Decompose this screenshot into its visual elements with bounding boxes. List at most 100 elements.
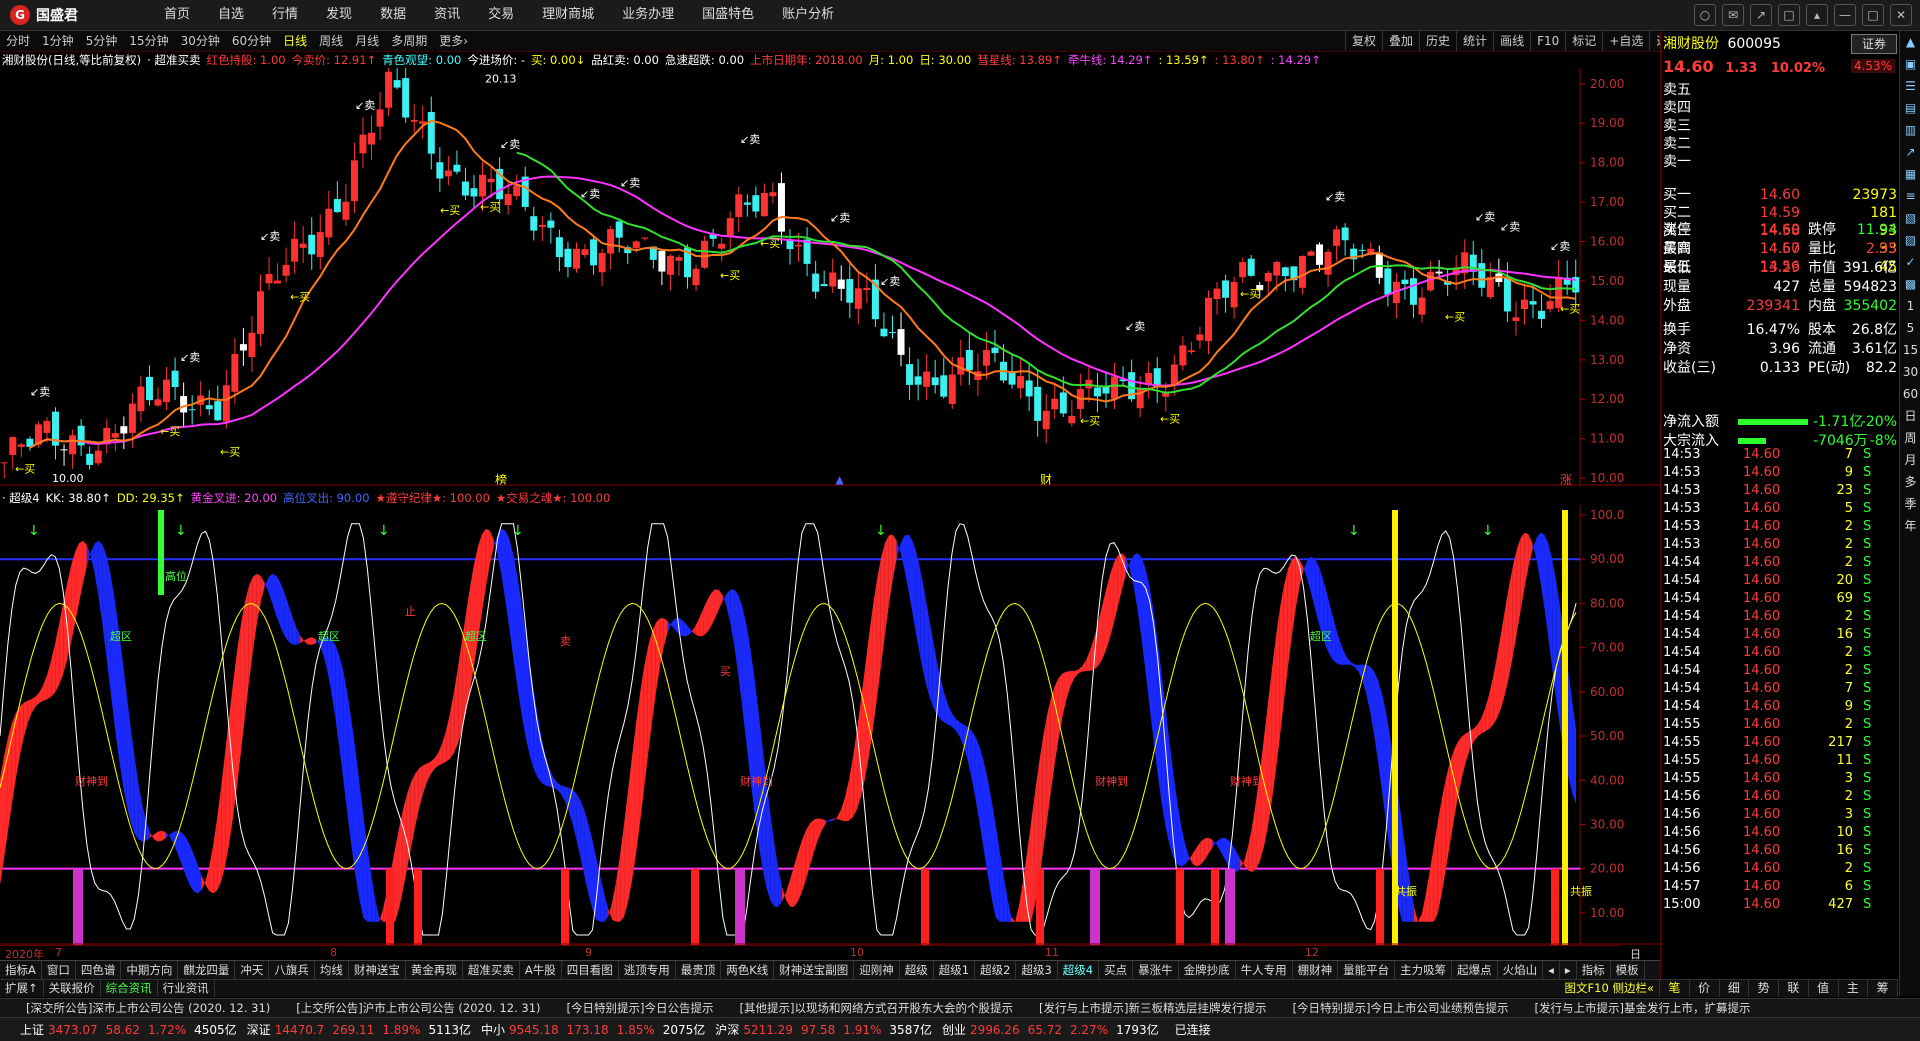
indicator-tab[interactable]: 超准买卖 — [463, 961, 520, 979]
news-item[interactable]: [深交所公告]深市上市公司公告 (2020. 12. 31) — [26, 999, 270, 1017]
period-shortcut[interactable]: 周 — [1900, 427, 1920, 449]
indicator-tab[interactable]: 超级2 — [975, 961, 1017, 979]
period-tab[interactable]: 30分钟 — [175, 31, 226, 51]
indicator-chart[interactable]: 100.0 90.00 80.00 70.00 60.00 50.00 40.00 30.00… — [0, 505, 1660, 945]
quote-tab[interactable]: 联 — [1779, 980, 1809, 997]
toolbar-icon[interactable]: ▩ — [1900, 273, 1920, 295]
toolbar-icon[interactable]: ≡ — [1900, 185, 1920, 207]
kline-chart[interactable]: 20.00 19.00 18.00 17.00 16.00 15.00 14.00 13.00… — [0, 68, 1660, 486]
index-quote[interactable]: 中小 9545.18 173.18 1.85% 2075亿 — [481, 1021, 705, 1038]
sidebar-toggle[interactable]: 图文F10 侧边栏« — [1560, 980, 1660, 997]
tool-button[interactable]: 标记 — [1565, 31, 1602, 51]
period-shortcut[interactable]: 15 — [1900, 339, 1920, 361]
indicator-tab[interactable]: 冲天 — [235, 961, 270, 979]
tool-button[interactable]: 叠加 — [1382, 31, 1419, 51]
period-tab[interactable]: 60分钟 — [226, 31, 277, 51]
period-shortcut[interactable]: 年 — [1900, 515, 1920, 537]
indicator-tab[interactable]: 均线 — [315, 961, 349, 979]
app-logo[interactable]: G 国盛君 — [10, 5, 78, 25]
toolbar-icon[interactable]: ▣ — [1900, 53, 1920, 75]
extension-tab[interactable]: 扩展↑ — [0, 980, 44, 997]
indicator-tab[interactable]: ◂ — [1543, 961, 1560, 979]
tool-button[interactable]: F10 — [1530, 31, 1565, 51]
toolbar-icon[interactable]: ▤ — [1900, 97, 1920, 119]
window-control-icon[interactable]: ↗ — [1750, 4, 1772, 26]
extension-tab[interactable]: 综合资讯 — [101, 980, 158, 997]
period-tab[interactable]: 月线 — [349, 31, 385, 51]
nav-item[interactable]: 首页 — [150, 0, 204, 30]
window-control-icon[interactable]: □ — [1862, 4, 1884, 26]
period-tab[interactable]: 周线 — [313, 31, 349, 51]
toolbar-icon[interactable]: ▲ — [1900, 31, 1920, 53]
toolbar-icon[interactable]: ☰ — [1900, 75, 1920, 97]
sector-tag[interactable]: 证券 — [1851, 34, 1897, 54]
quote-tab[interactable]: 筹 — [1868, 980, 1898, 997]
indicator-tab[interactable]: 指标 — [1577, 961, 1611, 979]
period-shortcut[interactable]: 60 — [1900, 383, 1920, 405]
indicator-tab[interactable]: 指标A — [0, 961, 42, 979]
period-shortcut[interactable]: 月 — [1900, 449, 1920, 471]
news-item[interactable]: [发行与上市提示]新三板精选层挂牌发行提示 — [1039, 999, 1266, 1017]
indicator-tab[interactable]: 模板 — [1611, 961, 1645, 979]
indicator-tab[interactable]: 起爆点 — [1452, 961, 1498, 979]
window-control-icon[interactable]: □ — [1778, 4, 1800, 26]
indicator-tab[interactable]: 棚财神 — [1293, 961, 1339, 979]
nav-item[interactable]: 国盛特色 — [688, 0, 768, 30]
toolbar-icon[interactable]: ▧ — [1900, 207, 1920, 229]
toolbar-icon[interactable]: ▥ — [1900, 119, 1920, 141]
indicator-tab[interactable]: 黄金再现 — [406, 961, 463, 979]
indicator-tab[interactable]: A牛股 — [520, 961, 562, 979]
indicator-tab[interactable]: 四色谱 — [76, 961, 122, 979]
news-item[interactable]: [发行与上市提示]基金发行上市，扩募提示 — [1534, 999, 1750, 1017]
toolbar-icon[interactable]: ▨ — [1900, 229, 1920, 251]
news-item[interactable]: [今日特别提示]今日公告提示 — [567, 999, 714, 1017]
index-quote[interactable]: 沪深 5211.29 97.58 1.91% 3587亿 — [715, 1021, 932, 1038]
toolbar-icon[interactable]: ▦ — [1900, 163, 1920, 185]
nav-item[interactable]: 交易 — [474, 0, 528, 30]
period-shortcut[interactable]: 1 — [1900, 295, 1920, 317]
indicator-tab[interactable]: 八旗兵 — [269, 961, 315, 979]
period-shortcut[interactable]: 日 — [1900, 405, 1920, 427]
indicator-tab[interactable]: 超级1 — [934, 961, 976, 979]
nav-item[interactable]: 发现 — [312, 0, 366, 30]
nav-item[interactable]: 数据 — [366, 0, 420, 30]
tool-button[interactable]: 统计 — [1456, 31, 1493, 51]
period-tab[interactable]: 日线 — [277, 31, 313, 51]
index-quote[interactable]: 深证 14470.7 269.11 1.89% 5113亿 — [247, 1021, 471, 1038]
nav-item[interactable]: 行情 — [258, 0, 312, 30]
indicator-tab[interactable]: 迎刚神 — [854, 961, 900, 979]
quote-tab[interactable]: 势 — [1749, 980, 1779, 997]
tool-button[interactable]: 画线 — [1493, 31, 1530, 51]
nav-item[interactable]: 账户分析 — [768, 0, 848, 30]
index-quote[interactable]: 创业 2996.26 65.72 2.27% 1793亿 — [942, 1021, 1159, 1038]
quote-tab[interactable]: 值 — [1809, 980, 1839, 997]
tool-button[interactable]: 复权 — [1345, 31, 1382, 51]
indicator-tab[interactable]: ▸ — [1560, 961, 1577, 979]
quote-tab[interactable]: 细 — [1720, 980, 1750, 997]
indicator-tab[interactable]: 中期方向 — [121, 961, 179, 979]
news-item[interactable]: [上交所公告]沪市上市公司公告 (2020. 12. 31) — [296, 999, 540, 1017]
indicator-tab[interactable]: 超级3 — [1016, 961, 1058, 979]
news-item[interactable]: [今日特别提示]今日上市公司业绩预告提示 — [1292, 999, 1508, 1017]
indicator-tab[interactable]: 四目看图 — [562, 961, 619, 979]
nav-item[interactable]: 业务办理 — [608, 0, 688, 30]
period-shortcut[interactable]: 多 — [1900, 471, 1920, 493]
window-control-icon[interactable]: ▴ — [1806, 4, 1828, 26]
window-control-icon[interactable]: ✉ — [1722, 4, 1744, 26]
quote-tab[interactable]: 价 — [1690, 980, 1720, 997]
period-tab[interactable]: 多周期 — [385, 31, 433, 51]
toolbar-icon[interactable]: ↗ — [1900, 141, 1920, 163]
tool-button[interactable]: +自选 — [1602, 31, 1649, 51]
indicator-tab[interactable]: 最贵顶 — [676, 961, 722, 979]
indicator-tab[interactable]: 逃顶专用 — [619, 961, 676, 979]
extension-tab[interactable]: 行业资讯 — [158, 980, 215, 997]
window-control-icon[interactable]: ✕ — [1890, 4, 1912, 26]
period-tab[interactable]: 15分钟 — [123, 31, 174, 51]
indicator-tab[interactable]: 超级 — [900, 961, 934, 979]
indicator-tab[interactable]: 窗口 — [42, 961, 76, 979]
window-control-icon[interactable]: ○ — [1694, 4, 1716, 26]
window-control-icon[interactable]: — — [1834, 4, 1856, 26]
nav-item[interactable]: 资讯 — [420, 0, 474, 30]
indicator-tab[interactable]: 主力吸筹 — [1395, 961, 1453, 979]
indicator-tab[interactable]: 暴涨牛 — [1133, 961, 1179, 979]
